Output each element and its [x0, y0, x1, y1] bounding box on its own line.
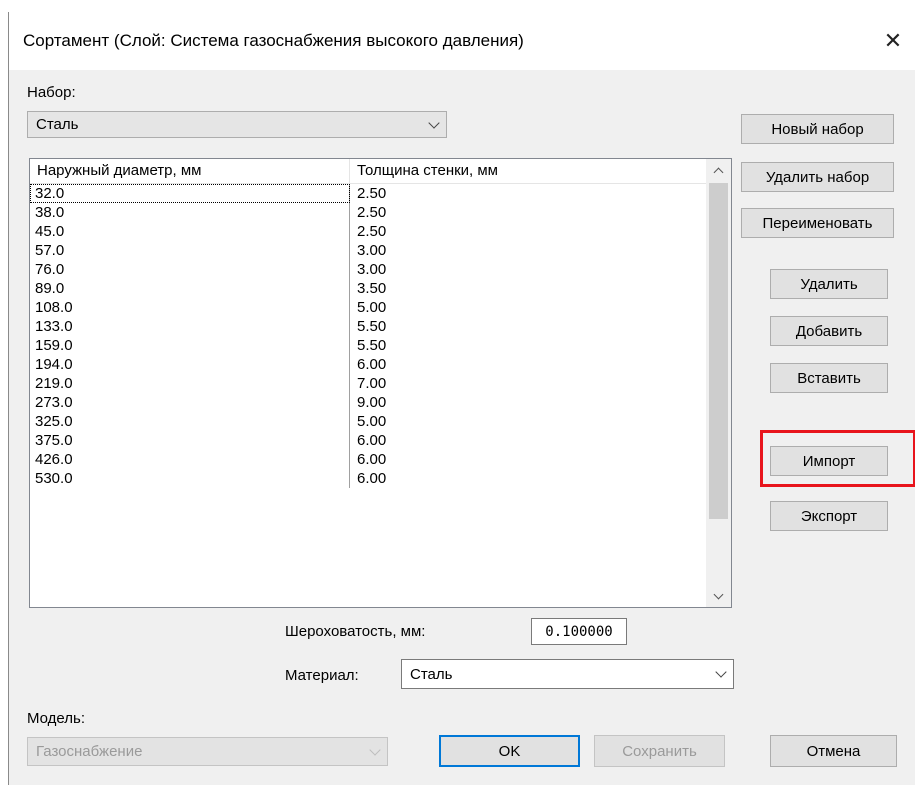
cell-wall-thickness[interactable]: 2.50 [350, 222, 706, 241]
scroll-down-button[interactable] [706, 585, 731, 607]
chevron-down-icon [369, 743, 381, 756]
material-label: Материал: [285, 667, 359, 684]
sortament-table[interactable]: Наружный диаметр, мм Толщина стенки, мм … [29, 158, 732, 608]
cell-wall-thickness[interactable]: 6.00 [350, 469, 706, 488]
column-header-outer-diameter[interactable]: Наружный диаметр, мм [30, 159, 350, 183]
table-body: 32.0 2.50 38.0 2.50 45.0 2.50 57.0 3.00 76.0 3.00… [30, 184, 706, 488]
cell-wall-thickness[interactable]: 9.00 [350, 393, 706, 412]
cell-wall-thickness[interactable]: 6.00 [350, 355, 706, 374]
cell-wall-thickness[interactable]: 5.50 [350, 317, 706, 336]
delete-set-button[interactable]: Удалить набор [741, 162, 894, 192]
cell-outer-diameter[interactable]: 325.0 [30, 412, 350, 431]
ok-button[interactable]: OK [439, 735, 580, 767]
delete-button[interactable]: Удалить [770, 269, 888, 299]
cell-outer-diameter[interactable]: 426.0 [30, 450, 350, 469]
table-row[interactable]: 325.0 5.00 [30, 412, 706, 431]
add-button[interactable]: Добавить [770, 316, 888, 346]
table-row[interactable]: 159.0 5.50 [30, 336, 706, 355]
export-button[interactable]: Экспорт [770, 501, 888, 531]
set-label: Набор: [27, 84, 76, 101]
import-button[interactable]: Импорт [770, 446, 888, 476]
table-row[interactable]: 32.0 2.50 [30, 184, 706, 203]
table-row[interactable]: 375.0 6.00 [30, 431, 706, 450]
cell-wall-thickness[interactable]: 3.00 [350, 241, 706, 260]
table-row[interactable]: 219.0 7.00 [30, 374, 706, 393]
table-row[interactable]: 57.0 3.00 [30, 241, 706, 260]
window-title: Сортамент (Слой: Система газоснабжения в… [23, 31, 524, 50]
cell-outer-diameter[interactable]: 375.0 [30, 431, 350, 450]
close-button[interactable]: ✕ [870, 12, 915, 70]
set-dropdown-value: Сталь [36, 116, 79, 133]
table-row[interactable]: 194.0 6.00 [30, 355, 706, 374]
cell-outer-diameter[interactable]: 38.0 [30, 203, 350, 222]
table-row[interactable]: 133.0 5.50 [30, 317, 706, 336]
chevron-down-icon [715, 666, 727, 678]
roughness-label: Шероховатость, мм: [285, 623, 426, 640]
vertical-scrollbar[interactable] [706, 159, 731, 607]
cell-outer-diameter[interactable]: 219.0 [30, 374, 350, 393]
roughness-input[interactable]: 0.100000 [531, 618, 627, 645]
table-row[interactable]: 89.0 3.50 [30, 279, 706, 298]
model-dropdown[interactable]: Газоснабжение [27, 737, 388, 766]
close-icon: ✕ [883, 28, 903, 53]
table-row[interactable]: 76.0 3.00 [30, 260, 706, 279]
scroll-up-button[interactable] [706, 159, 731, 181]
cell-outer-diameter[interactable]: 32.0 [30, 184, 350, 203]
new-set-button[interactable]: Новый набор [741, 114, 894, 144]
table-row[interactable]: 38.0 2.50 [30, 203, 706, 222]
cell-outer-diameter[interactable]: 108.0 [30, 298, 350, 317]
cell-wall-thickness[interactable]: 6.00 [350, 450, 706, 469]
table-row[interactable]: 530.0 6.00 [30, 469, 706, 488]
cell-outer-diameter[interactable]: 57.0 [30, 241, 350, 260]
cell-outer-diameter[interactable]: 194.0 [30, 355, 350, 374]
table-header: Наружный диаметр, мм Толщина стенки, мм [30, 159, 706, 184]
cell-wall-thickness[interactable]: 7.00 [350, 374, 706, 393]
cell-outer-diameter[interactable]: 530.0 [30, 469, 350, 488]
sortament-dialog: Сортамент (Слой: Система газоснабжения в… [8, 12, 915, 785]
cell-outer-diameter[interactable]: 133.0 [30, 317, 350, 336]
model-dropdown-value: Газоснабжение [36, 743, 143, 760]
set-dropdown[interactable]: Сталь [27, 111, 447, 138]
cell-outer-diameter[interactable]: 89.0 [30, 279, 350, 298]
save-button[interactable]: Сохранить [594, 735, 725, 767]
chevron-down-icon [713, 589, 724, 599]
cell-wall-thickness[interactable]: 2.50 [350, 203, 706, 222]
chevron-down-icon [428, 116, 440, 129]
model-label: Модель: [27, 710, 86, 727]
cell-wall-thickness[interactable]: 5.50 [350, 336, 706, 355]
rename-button[interactable]: Переименовать [741, 208, 894, 238]
column-header-wall-thickness[interactable]: Толщина стенки, мм [350, 159, 706, 183]
title-bar: Сортамент (Слой: Система газоснабжения в… [9, 12, 915, 70]
table-row[interactable]: 108.0 5.00 [30, 298, 706, 317]
table-row[interactable]: 273.0 9.00 [30, 393, 706, 412]
cell-outer-diameter[interactable]: 159.0 [30, 336, 350, 355]
cell-wall-thickness[interactable]: 3.00 [350, 260, 706, 279]
material-dropdown-value: Сталь [410, 665, 453, 683]
material-dropdown[interactable]: Сталь [401, 659, 734, 689]
cell-outer-diameter[interactable]: 76.0 [30, 260, 350, 279]
cancel-button[interactable]: Отмена [770, 735, 897, 767]
chevron-up-icon [713, 167, 724, 177]
table-row[interactable]: 426.0 6.00 [30, 450, 706, 469]
scrollbar-thumb[interactable] [709, 183, 728, 519]
table-row[interactable]: 45.0 2.50 [30, 222, 706, 241]
cell-wall-thickness[interactable]: 3.50 [350, 279, 706, 298]
cell-wall-thickness[interactable]: 6.00 [350, 431, 706, 450]
cell-wall-thickness[interactable]: 5.00 [350, 298, 706, 317]
cell-wall-thickness[interactable]: 5.00 [350, 412, 706, 431]
cell-outer-diameter[interactable]: 45.0 [30, 222, 350, 241]
cell-wall-thickness[interactable]: 2.50 [350, 184, 706, 203]
cell-outer-diameter[interactable]: 273.0 [30, 393, 350, 412]
paste-button[interactable]: Вставить [770, 363, 888, 393]
